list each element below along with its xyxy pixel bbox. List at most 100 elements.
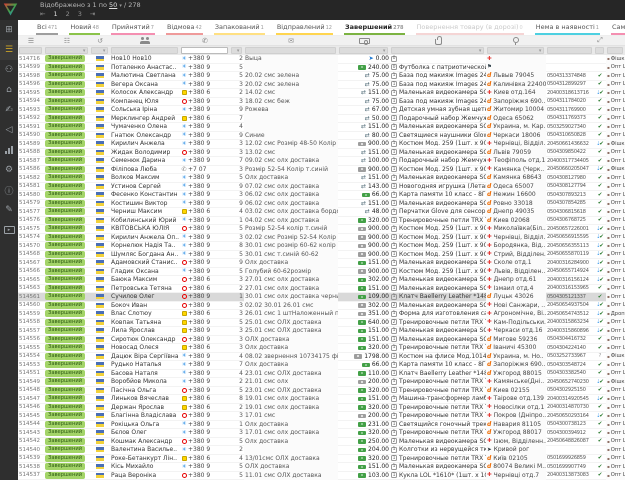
order-status[interactable]: Завершений [44, 242, 90, 251]
filter-status[interactable]: ▾ [44, 47, 90, 54]
client-name[interactable]: Устинов Сергей [110, 182, 180, 191]
order-tag[interactable]: ▪Опт L [606, 267, 625, 276]
client-phone[interactable]: ✳+380 9 [180, 378, 230, 387]
filter-client[interactable] [110, 47, 180, 54]
ttn-number[interactable]: 0504303382540 [546, 369, 594, 378]
client-phone[interactable]: ✳+380 9 [180, 131, 230, 140]
order-tag[interactable]: ▪Фішк [606, 140, 625, 149]
product[interactable]: 1Костюм Мод. 259 (1шт. x 900.00.. [390, 140, 486, 149]
order-id[interactable]: 514544 [18, 420, 44, 429]
delivery-city[interactable]: dКиев 02155 [486, 386, 546, 395]
order-status[interactable]: Завершений [44, 165, 90, 174]
order-tag[interactable]: ▪Опт L [606, 276, 625, 285]
order-comment[interactable] [244, 63, 338, 72]
order-comment[interactable]: Розмір 52-54 колір т.синій [244, 225, 338, 234]
order-comment[interactable]: 11.01 смс ОЛХ доставка [244, 471, 338, 480]
product[interactable]: 1Клатч Baellerry Leather *1487* (1.. [390, 293, 486, 302]
delivery-city[interactable]: ✚Миколаївка(Біл.. [486, 225, 546, 234]
order-id[interactable]: 514557 [18, 327, 44, 336]
order-comment[interactable]: 07.02 смс олх доставка [244, 182, 338, 191]
product[interactable]: 0 [390, 55, 486, 63]
client-name[interactable]: Влас Слотюу [110, 310, 180, 319]
order-tag[interactable]: ▪Опт L [606, 327, 625, 336]
product[interactable]: 1Детская умная зубная щетка на.. [390, 106, 486, 115]
order-comment[interactable]: Рожева [244, 106, 338, 115]
order-id[interactable]: 514591 [18, 123, 44, 132]
product[interactable]: 1Маленькая видеокамера SQ8 *.. [390, 199, 486, 208]
product[interactable]: 1Маленькая видеокамера SQ8 *.. [390, 148, 486, 157]
order-status[interactable]: Завершений [44, 250, 90, 259]
ttn-number[interactable]: 20450660205047 [546, 165, 594, 174]
client-name[interactable]: Пасічна Ольга [110, 386, 180, 395]
delivery-city[interactable]: d80074 Великі М.. [486, 463, 546, 472]
client-name[interactable]: Баюка Максим [110, 276, 180, 285]
per-page-select[interactable]: 50 [109, 1, 117, 9]
order-row-514537[interactable]: 514537ЗавершенийРаца Вероніка+380 9511.0… [18, 472, 625, 480]
order-tag[interactable]: ▪Опт L [606, 420, 625, 429]
tab-Відмова[interactable]: Відмова42 [166, 20, 203, 35]
tab-Завершений[interactable]: Завершений278 [344, 20, 405, 35]
delivery-city[interactable]: dДнепр 49035 [486, 208, 546, 217]
client-name[interactable]: Держан Ярослав [110, 403, 180, 412]
edit-icon[interactable]: ✎ [0, 200, 18, 220]
basket-icon[interactable] [390, 36, 486, 45]
col-ttn[interactable] [546, 36, 594, 45]
filter-comment[interactable] [244, 47, 338, 54]
order-id[interactable]: 514589 [18, 140, 44, 149]
first-page-icon[interactable]: ⇤ [40, 10, 45, 18]
order-status[interactable]: Завершений [44, 72, 90, 81]
ttn-number[interactable]: 0503252733967 [546, 352, 594, 361]
ttn-number[interactable]: 0504309850422 [546, 148, 594, 157]
client-phone[interactable]: +380 6 [180, 403, 230, 412]
delivery-city[interactable]: dНежин 16600 [486, 191, 546, 200]
ttn-number[interactable]: 20450656915595 [546, 233, 594, 242]
client-phone[interactable]: +380 9 [180, 412, 230, 421]
delivery-city[interactable]: dЛьвыв 79045 [486, 72, 546, 81]
order-comment[interactable]: 14.02 смс [244, 89, 338, 98]
order-comment[interactable]: 13/01смс ОЛХ доставка [244, 454, 338, 463]
order-tag[interactable]: ▪Опт L [606, 63, 625, 72]
ttn-number[interactable]: 0501699926859 [546, 454, 594, 463]
client-name[interactable]: Кошмак Александр [110, 437, 180, 446]
order-tag[interactable]: ▪Опт L [606, 80, 625, 89]
order-status[interactable]: Завершений [44, 276, 90, 285]
delivery-city[interactable]: ✚Камянка (Черк.. [486, 165, 546, 174]
product[interactable]: 1Маленькая видеокамера SQ8 *.. [390, 284, 486, 293]
order-status[interactable]: Завершений [44, 395, 90, 404]
client-phone[interactable]: ✳+380 9 [180, 140, 230, 149]
order-status[interactable]: Завершений [44, 386, 90, 395]
product[interactable]: 1Тренировочные петли TRX Train.. [390, 403, 486, 412]
client-name[interactable]: КВІТОВСЬКА ЮЛІЯ [110, 225, 180, 234]
client-name[interactable]: Малютина Светлана [110, 72, 180, 81]
order-comment[interactable]: 12.02 смс Розмір 48-50 Колір .. [244, 140, 338, 149]
client-name[interactable]: Нов10 Нов10 [110, 55, 180, 63]
order-id[interactable]: 514568 [18, 250, 44, 259]
filter-order-id[interactable] [18, 47, 44, 54]
client-name[interactable]: Шумляс Богдана Ан.. [110, 250, 180, 259]
order-tag[interactable]: ▪Опт L [606, 301, 625, 310]
client-phone[interactable]: ✳+380 9 [180, 446, 230, 455]
client-name[interactable]: Дацюк Віра Сергіївна [110, 352, 180, 361]
order-tag[interactable]: ▪Опт L [606, 344, 625, 353]
order-comment[interactable] [244, 114, 338, 123]
order-comment[interactable]: 20.02 смс зелена [244, 72, 338, 81]
order-id[interactable]: 514593 [18, 106, 44, 115]
client-phone[interactable]: ✳+380 9 [180, 55, 230, 63]
order-tag[interactable]: ▪Опт L [606, 395, 625, 404]
ttn-number[interactable]: 20400314920545 [546, 395, 594, 404]
order-status[interactable]: Завершений [44, 318, 90, 327]
order-comment[interactable]: 30.01 смс розмір 60-62 колір .. [244, 242, 338, 251]
ttn-number[interactable]: 20400315863234 [546, 318, 594, 327]
ttn-number[interactable]: 20450648826087 [546, 437, 594, 446]
order-id[interactable]: 514553 [18, 361, 44, 370]
order-status[interactable]: Завершений [44, 55, 90, 63]
tab-Нема в наявності[interactable]: Нема в наявності1 [535, 20, 600, 35]
client-name[interactable]: Черниш Максим [110, 208, 180, 217]
product[interactable]: 2Маленькая видеокамера SQ8 *.. [390, 437, 486, 446]
order-tag[interactable]: ▪Опт L [606, 174, 625, 183]
order-tag[interactable]: ▪Опт L [606, 386, 625, 395]
delivery-city[interactable]: dКиев 02068 [486, 216, 546, 225]
ttn-number[interactable]: 0504302925150 [546, 386, 594, 395]
order-status[interactable]: Завершений [44, 174, 90, 183]
order-id[interactable]: 514581 [18, 182, 44, 191]
